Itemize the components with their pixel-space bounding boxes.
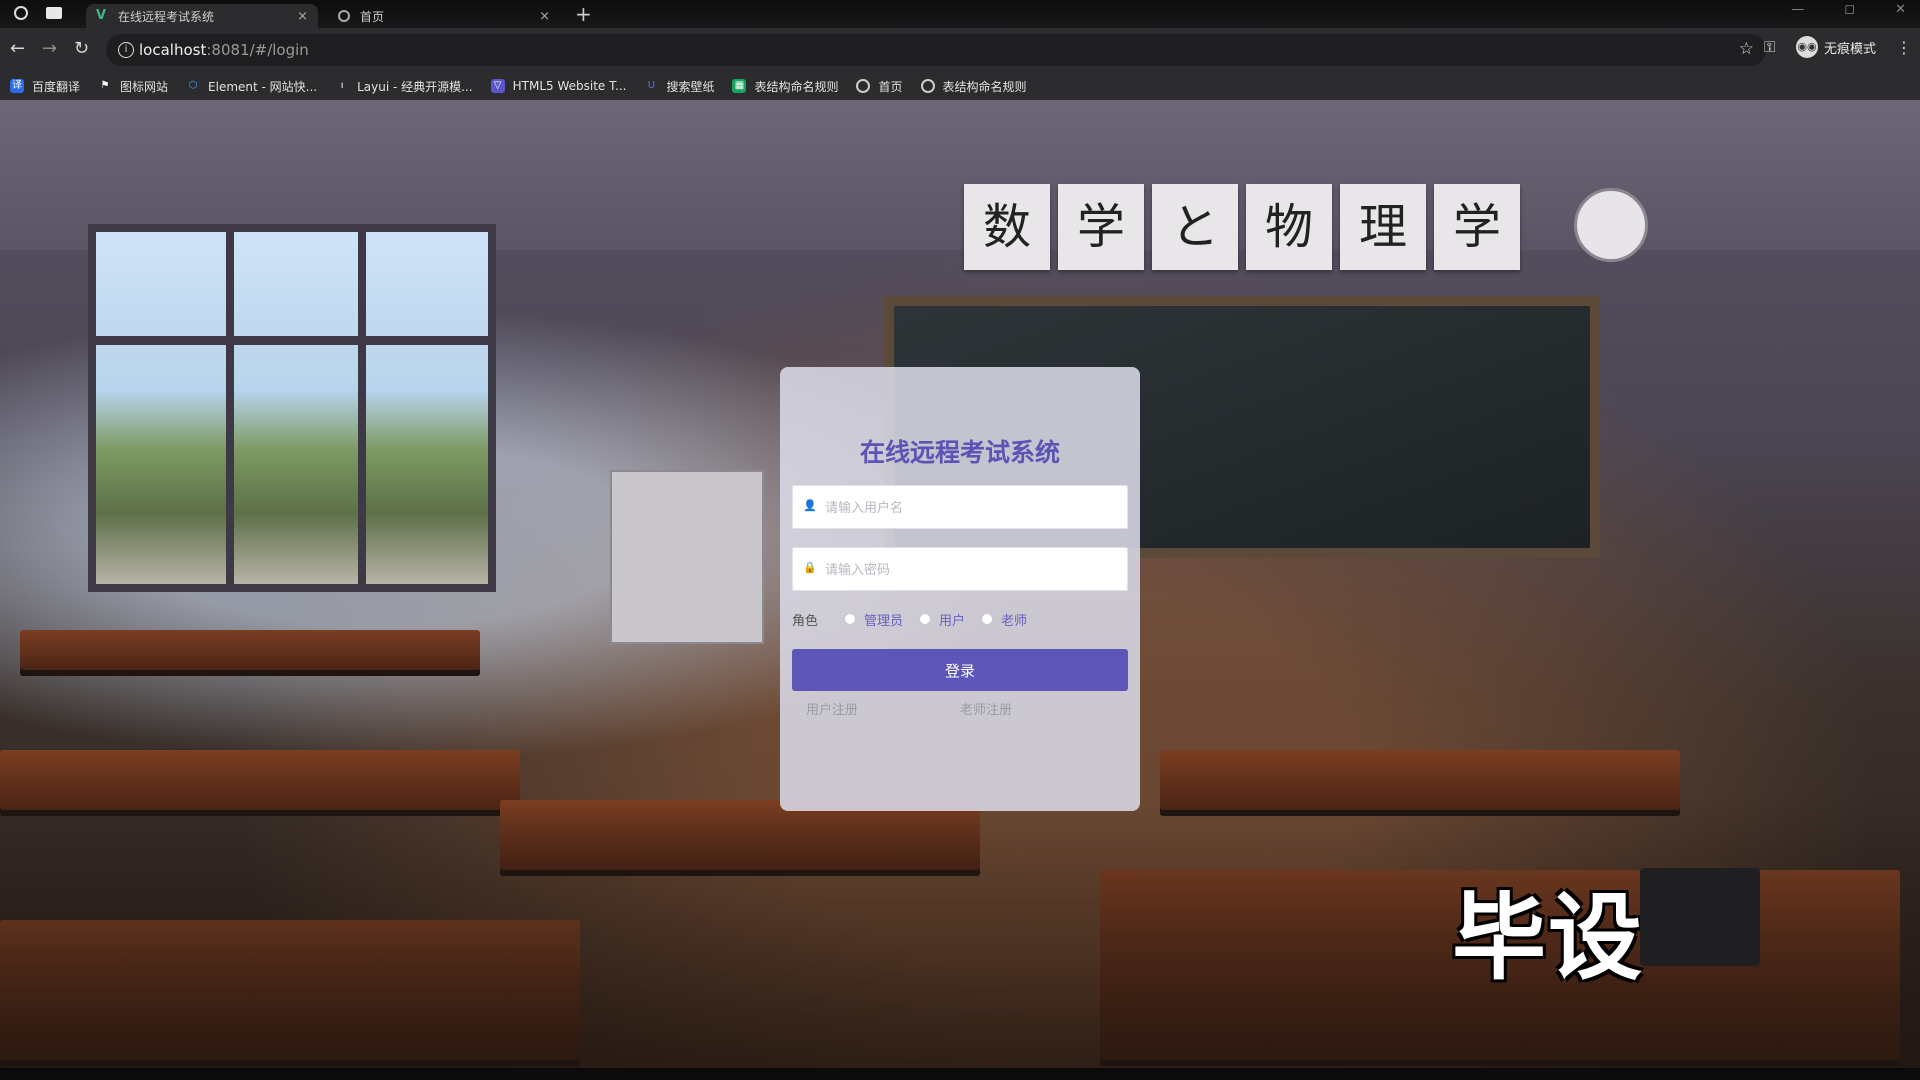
bookmark-item[interactable]: 首页 [856, 78, 903, 95]
login-button[interactable]: 登录 [792, 649, 1128, 691]
info-icon[interactable]: i [118, 42, 134, 58]
bookmark-item[interactable]: ⚑ 图标网站 [98, 78, 169, 95]
background-sign-cards: 数 学 と 物 理 学 [964, 184, 1520, 270]
back-arrow-icon[interactable]: ← [10, 40, 25, 58]
chrome-icon[interactable] [14, 6, 28, 20]
clock-icon [1574, 188, 1648, 262]
background-desk [20, 630, 480, 670]
register-teacher-link[interactable]: 老师注册 [960, 699, 1012, 718]
radio-circle[interactable] [981, 613, 994, 625]
globe-icon [920, 79, 935, 93]
element-icon: ⬡ [188, 80, 198, 91]
globe-icon [338, 10, 350, 22]
sign-card: 学 [1434, 184, 1520, 270]
lock-icon: 🔒 [803, 561, 817, 574]
role-radio-teacher[interactable]: 老师 [981, 610, 1027, 629]
reload-icon[interactable]: ↻ [74, 40, 89, 58]
username-input[interactable] [823, 486, 1137, 530]
radio-circle[interactable] [844, 613, 856, 625]
login-card: 在线远程考试系统 👤 🔒 角色 管理员 用户 老师 登录 用户注册 老师注册 [780, 367, 1140, 811]
translate-icon: 译 [10, 79, 24, 93]
login-title: 在线远程考试系统 [859, 438, 1060, 467]
bookmark-item[interactable]: U 搜索壁纸 [644, 78, 715, 95]
bookmark-item[interactable]: 表结构命名规则 [920, 78, 1027, 95]
window-controls: — ◻ ✕ [1791, 2, 1906, 17]
username-field[interactable]: 👤 [792, 485, 1137, 530]
bookmark-item[interactable]: ı Layui - 经典开源模... [335, 78, 473, 95]
vue-icon: V [96, 8, 107, 23]
maximize-icon[interactable]: ◻ [1844, 2, 1855, 17]
password-input[interactable] [823, 548, 1137, 592]
bookmark-star-icon[interactable]: ☆ [1739, 39, 1754, 59]
url-text[interactable]: localhost:8081/#/login [139, 41, 309, 59]
sign-card: 理 [1340, 184, 1426, 270]
minimize-icon[interactable]: — [1791, 2, 1804, 17]
password-field[interactable]: 🔒 [792, 547, 1137, 592]
bottom-border [0, 1068, 1920, 1080]
sign-card: 物 [1246, 184, 1332, 270]
bookmarks-bar: 译百度翻译 ⚑ 图标网站 ⬡ Element - 网站快... ı Layui - 经… [0, 72, 1920, 100]
sign-card: と [1152, 184, 1238, 270]
flag-icon: ⚑ [100, 80, 110, 91]
tab-strip: V 在线远程考试系统 × 首页 × + — ◻ ✕ [0, 0, 1920, 28]
background-cabinet [610, 470, 764, 644]
tab-strip-icons [14, 6, 62, 20]
role-selector: 角色 管理员 用户 老师 [792, 607, 1128, 631]
bookmark-item[interactable]: ▦ 表结构命名规则 [732, 78, 838, 95]
incognito-label: 无痕模式 [1824, 41, 1877, 57]
address-bar[interactable]: i localhost:8081/#/login ☆ [106, 34, 1766, 66]
watermark-text: 毕设 [1452, 884, 1645, 993]
bookmark-item[interactable]: ▽ HTML5 Website T... [490, 79, 626, 93]
sign-card: 学 [1058, 184, 1144, 270]
close-icon[interactable]: × [539, 9, 550, 24]
bookmark-item[interactable]: 译百度翻译 [10, 78, 80, 95]
table-icon: ▦ [732, 79, 747, 93]
role-label: 角色 [792, 613, 819, 629]
tab-search-icon[interactable] [46, 7, 62, 19]
tab-login[interactable]: V 在线远程考试系统 × [86, 4, 318, 28]
radio-circle[interactable] [919, 613, 932, 625]
background-window [88, 224, 496, 592]
role-radio-user[interactable]: 用户 [919, 610, 965, 629]
html5-icon: ▽ [490, 79, 505, 93]
forward-arrow-icon[interactable]: → [42, 40, 57, 58]
incognito-indicator[interactable]: ◉◉ 无痕模式 [1796, 36, 1876, 58]
menu-icon[interactable]: ⋮ [1896, 38, 1912, 57]
incognito-icon: ◉◉ [1796, 36, 1818, 58]
redaction-block [1640, 868, 1760, 966]
tab-title: 首页 [360, 9, 385, 24]
register-links: 用户注册 老师注册 [792, 699, 1128, 719]
tab-home[interactable]: 首页 × [328, 4, 560, 28]
new-tab-button[interactable]: + [575, 2, 592, 26]
role-radio-admin[interactable]: 管理员 [844, 610, 903, 629]
user-icon: 👤 [803, 499, 817, 512]
close-icon[interactable]: × [297, 9, 308, 24]
close-window-icon[interactable]: ✕ [1895, 2, 1906, 17]
tab-title: 在线远程考试系统 [118, 9, 215, 24]
layui-icon: ı [340, 80, 344, 91]
wallpaper-icon: U [647, 80, 656, 91]
globe-icon [856, 79, 871, 93]
browser-toolbar: ← → ↻ i localhost:8081/#/login ☆ [0, 28, 1920, 72]
register-user-link[interactable]: 用户注册 [806, 699, 858, 718]
bookmark-item[interactable]: ⬡ Element - 网站快... [186, 78, 317, 95]
sign-card: 数 [964, 184, 1050, 270]
key-icon[interactable]: ⚿ [1764, 38, 1775, 56]
